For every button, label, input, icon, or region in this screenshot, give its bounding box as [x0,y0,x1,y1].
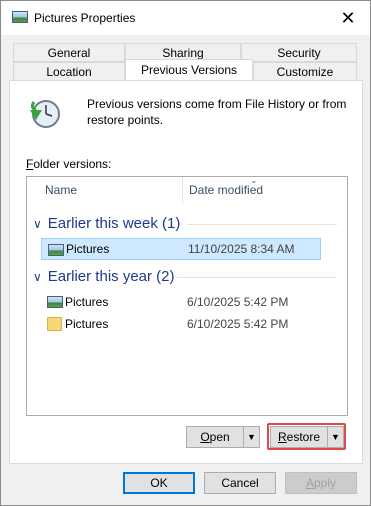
list-item[interactable]: Pictures 6/10/2025 5:42 PM [41,291,321,313]
tab-previous-versions[interactable]: Previous Versions [125,59,253,80]
window-title: Pictures Properties [34,11,136,25]
versions-list[interactable]: Name Date modified ⌄ ∨ Earlier this week… [26,176,348,416]
open-label: Open [200,430,229,444]
item-date: 6/10/2025 5:42 PM [187,295,289,309]
apply-button[interactable]: Apply [285,472,357,494]
item-name: Pictures [65,295,109,309]
cancel-button[interactable]: Cancel [204,472,276,494]
item-name: Pictures [66,242,110,256]
column-header-date-modified[interactable]: Date modified [189,177,339,203]
list-item[interactable]: Pictures 6/10/2025 5:42 PM [41,313,321,335]
sort-chevron-icon: ⌄ [250,176,258,185]
group-divider [187,224,337,225]
title-bar: Pictures Properties ✕ [1,1,370,35]
chevron-down-icon: ∨ [33,216,42,231]
group-header-earlier-this-year[interactable]: ∨ Earlier this year (2) [33,268,175,285]
open-split-button[interactable]: Open ▼ [186,426,260,448]
item-name: Pictures [65,317,109,331]
properties-window: Pictures Properties ✕ General Sharing Se… [0,0,371,506]
chevron-down-icon: ∨ [33,269,42,284]
column-header-name[interactable]: Name [45,177,175,203]
tab-location[interactable]: Location [13,62,125,81]
pictures-library-icon [47,296,63,308]
restore-highlight-box [267,423,346,450]
history-clock-icon [30,100,60,128]
open-dropdown-arrow-icon[interactable]: ▼ [243,427,259,447]
pictures-library-icon [12,11,28,23]
ok-button[interactable]: OK [123,472,195,494]
apply-label-rest: pply [314,476,337,490]
folder-icon [47,317,62,331]
folder-versions-label-rest: older versions: [33,157,112,171]
tab-general[interactable]: General [13,43,125,62]
open-accesskey: O [200,430,210,444]
group-divider [177,277,337,278]
info-text: Previous versions come from File History… [87,97,347,127]
folder-versions-label: Folder versions: [26,157,111,171]
tab-security[interactable]: Security [241,43,357,62]
group-header-earlier-this-week[interactable]: ∨ Earlier this week (1) [33,215,180,232]
item-date: 6/10/2025 5:42 PM [187,317,289,331]
group-title: Earlier this year (2) [47,268,175,285]
pictures-library-icon [48,244,64,256]
previous-versions-panel: Previous versions come from File History… [9,80,363,464]
column-separator[interactable] [182,177,183,203]
open-label-rest: pen [209,430,230,444]
tab-customize[interactable]: Customize [253,62,357,81]
list-item[interactable]: Pictures 11/10/2025 8:34 AM [41,238,321,260]
group-title: Earlier this week (1) [47,215,181,232]
close-button[interactable]: ✕ [326,1,370,35]
item-date: 11/10/2025 8:34 AM [188,242,295,256]
apply-accesskey: A [305,476,314,490]
